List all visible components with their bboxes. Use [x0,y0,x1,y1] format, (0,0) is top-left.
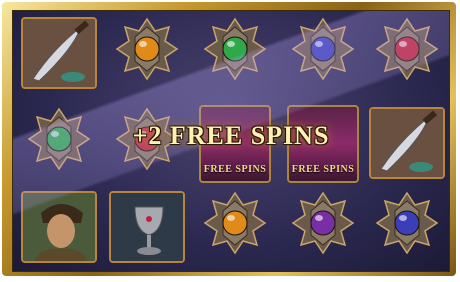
reel-cell [105,13,189,93]
reel-cell [281,187,365,267]
red-gem-icon [375,17,439,81]
reel-cell [193,187,277,267]
reel-cell [17,187,101,267]
reel-cell [365,187,449,267]
slot-frame: FREE SPINS FREE SPINS +2 FREE SPINS [2,2,456,276]
blue-gem-icon [291,17,355,81]
goblet-icon [109,191,185,263]
free-spins-banner: +2 FREE SPINS [132,121,330,150]
blue-gem-icon [375,191,439,255]
free-spins-label: FREE SPINS [203,164,267,175]
reel-cell [365,13,449,93]
reel-board: FREE SPINS FREE SPINS +2 FREE SPINS [12,10,450,272]
pirate-portrait-icon [21,191,97,263]
reel-cell [17,13,101,93]
free-spins-label: FREE SPINS [291,164,355,175]
dagger-icon [21,17,97,89]
reel-cell [281,13,365,93]
reel-cell [105,187,189,267]
orange-gem-icon [203,191,267,255]
green-gem-icon [203,17,267,81]
orange-gem-icon [115,17,179,81]
purple-gem-icon [291,191,355,255]
reel-cell [193,13,277,93]
